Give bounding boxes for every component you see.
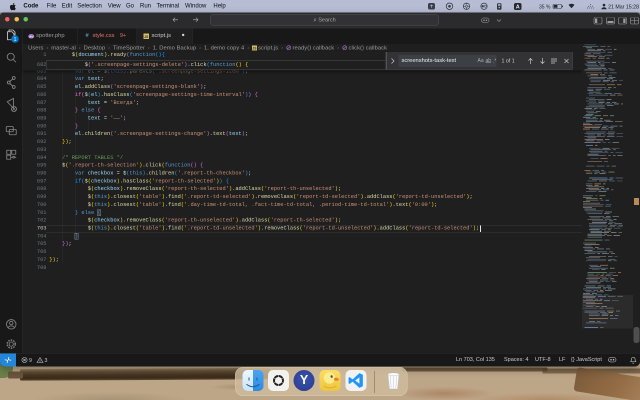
svg-text:3: 3 (45, 358, 48, 364)
svg-text:9: 9 (29, 358, 32, 364)
svg-text:A: A (516, 5, 520, 11)
svg-text:21 Mar 15:28: 21 Mar 15:28 (608, 4, 639, 10)
svg-text:35 %: 35 % (539, 4, 551, 10)
